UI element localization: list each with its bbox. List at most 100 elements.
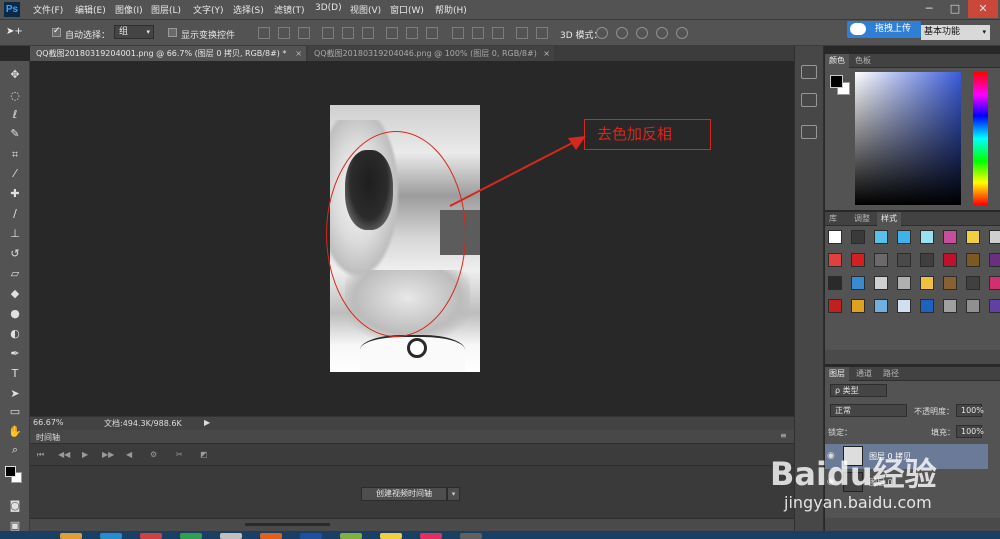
close-window-button[interactable]: ✕ — [968, 0, 998, 18]
blend-mode-dropdown[interactable]: 正常 — [830, 404, 907, 417]
style-swatch[interactable] — [897, 299, 911, 313]
path-select-tool-icon[interactable]: ➤ — [6, 386, 24, 402]
tab-paths[interactable]: 路径 — [879, 367, 903, 381]
style-swatch[interactable] — [828, 299, 842, 313]
show-transform-checkbox[interactable] — [168, 28, 177, 37]
style-swatch[interactable] — [989, 299, 1000, 313]
style-swatch[interactable] — [851, 276, 865, 290]
marquee-tool-icon[interactable]: ◌ — [6, 88, 24, 104]
align-distribute-icon[interactable] — [426, 27, 438, 39]
auto-select-checkbox[interactable] — [52, 26, 61, 37]
taskbar-app-icon[interactable] — [380, 533, 402, 539]
go-first-frame-icon[interactable]: ⏮ — [37, 450, 44, 460]
style-swatch[interactable] — [851, 253, 865, 267]
3d-transform-icon[interactable] — [636, 27, 648, 39]
layer-filter-dropdown[interactable]: ρ 类型 — [830, 384, 887, 397]
align-distribute-icon[interactable] — [342, 27, 354, 39]
character-icon[interactable] — [801, 125, 817, 139]
align-distribute-icon[interactable] — [452, 27, 464, 39]
auto-select-dropdown[interactable]: 组 ▾ — [114, 25, 154, 39]
align-distribute-icon[interactable] — [322, 27, 334, 39]
create-video-timeline-button[interactable]: 创建视频时间轴 — [361, 487, 447, 501]
pen-tool-icon[interactable]: ✒ — [6, 346, 24, 362]
align-distribute-icon[interactable] — [472, 27, 484, 39]
taskbar-app-icon[interactable] — [220, 533, 242, 539]
style-swatch[interactable] — [989, 276, 1000, 290]
move-tool-icon[interactable]: ✥ — [6, 67, 24, 83]
properties-icon[interactable] — [801, 93, 817, 107]
menu-item[interactable]: 帮助(H) — [435, 3, 467, 16]
zoom-level[interactable]: 66.67% — [33, 418, 64, 427]
align-distribute-icon[interactable] — [258, 27, 270, 39]
style-swatch[interactable] — [897, 276, 911, 290]
maximize-button[interactable]: □ — [942, 0, 968, 18]
style-swatch[interactable] — [874, 276, 888, 290]
align-distribute-icon[interactable] — [362, 27, 374, 39]
style-swatch[interactable] — [874, 253, 888, 267]
style-swatch[interactable] — [989, 253, 1000, 267]
tab-libraries[interactable]: 库 — [825, 212, 841, 226]
taskbar-app-icon[interactable] — [140, 533, 162, 539]
menu-item[interactable]: 图层(L) — [151, 3, 181, 16]
hue-slider[interactable] — [973, 72, 988, 205]
menu-item[interactable]: 文字(Y) — [193, 3, 224, 16]
taskbar-app-icon[interactable] — [420, 533, 442, 539]
menu-item[interactable]: 文件(F) — [33, 3, 63, 16]
timeline-zoom-slider[interactable] — [245, 523, 330, 526]
next-frame-icon[interactable]: ▶▶ — [102, 450, 114, 459]
align-distribute-icon[interactable] — [406, 27, 418, 39]
history-brush-tool-icon[interactable]: ↺ — [6, 246, 24, 262]
minimize-button[interactable]: ─ — [916, 0, 942, 18]
menu-item[interactable]: 视图(V) — [350, 3, 381, 16]
style-swatch[interactable] — [989, 230, 1000, 244]
type-tool-icon[interactable]: T — [6, 366, 24, 382]
menu-item[interactable]: 滤镜(T) — [274, 3, 305, 16]
dodge-tool-icon[interactable]: ◐ — [6, 326, 24, 342]
style-swatch[interactable] — [966, 230, 980, 244]
style-swatch[interactable] — [943, 230, 957, 244]
lasso-tool-icon[interactable]: ℓ — [6, 107, 24, 123]
style-swatch[interactable] — [966, 276, 980, 290]
style-swatch[interactable] — [920, 253, 934, 267]
3d-transform-icon[interactable] — [656, 27, 668, 39]
quick-mask-icon[interactable]: ◙ — [6, 498, 24, 514]
color-picker-field[interactable] — [855, 72, 961, 205]
workspace-dropdown[interactable]: 基本功能 ▾ — [921, 25, 990, 40]
brush-tool-icon[interactable]: ∕ — [6, 206, 24, 222]
zoom-tool-icon[interactable]: ⌕ — [6, 442, 24, 458]
tab-styles[interactable]: 样式 — [877, 212, 901, 226]
fill-input[interactable]: 100% — [956, 425, 984, 438]
foreground-color-swatch[interactable] — [5, 466, 16, 477]
align-distribute-icon[interactable] — [386, 27, 398, 39]
style-swatch[interactable] — [943, 253, 957, 267]
taskbar-app-icon[interactable] — [180, 533, 202, 539]
previous-frame-icon[interactable]: ◀◀ — [58, 450, 70, 459]
menu-item[interactable]: 编辑(E) — [75, 3, 106, 16]
split-icon[interactable]: ✂ — [176, 450, 183, 459]
style-swatch[interactable] — [920, 276, 934, 290]
eraser-tool-icon[interactable]: ▱ — [6, 266, 24, 282]
tab-color[interactable]: 颜色 — [825, 54, 849, 68]
opacity-input[interactable]: 100% — [956, 404, 984, 417]
hand-tool-icon[interactable]: ✋ — [6, 424, 24, 440]
document-tab-1[interactable]: QQ截图20180319204001.png @ 66.7% (图层 0 拷贝,… — [30, 46, 306, 61]
paint-bucket-tool-icon[interactable]: ◆ — [6, 286, 24, 302]
taskbar-app-icon[interactable] — [100, 533, 122, 539]
style-swatch[interactable] — [851, 299, 865, 313]
taskbar-app-icon[interactable] — [460, 533, 482, 539]
settings-icon[interactable]: ⚙ — [150, 450, 157, 459]
align-distribute-icon[interactable] — [298, 27, 310, 39]
style-swatch[interactable] — [897, 253, 911, 267]
status-menu-arrow-icon[interactable]: ▶ — [204, 418, 210, 427]
align-distribute-icon[interactable] — [536, 27, 548, 39]
timeline-title[interactable]: 时间轴 — [36, 432, 60, 443]
menu-item[interactable]: 3D(D) — [315, 3, 342, 13]
taskbar-app-icon[interactable] — [260, 533, 282, 539]
history-icon[interactable] — [801, 65, 817, 79]
3d-transform-icon[interactable] — [676, 27, 688, 39]
timeline-collapse-icon[interactable]: ≡ — [780, 431, 787, 440]
style-swatch[interactable] — [874, 299, 888, 313]
align-distribute-icon[interactable] — [516, 27, 528, 39]
style-swatch[interactable] — [920, 230, 934, 244]
3d-transform-icon[interactable] — [596, 27, 608, 39]
